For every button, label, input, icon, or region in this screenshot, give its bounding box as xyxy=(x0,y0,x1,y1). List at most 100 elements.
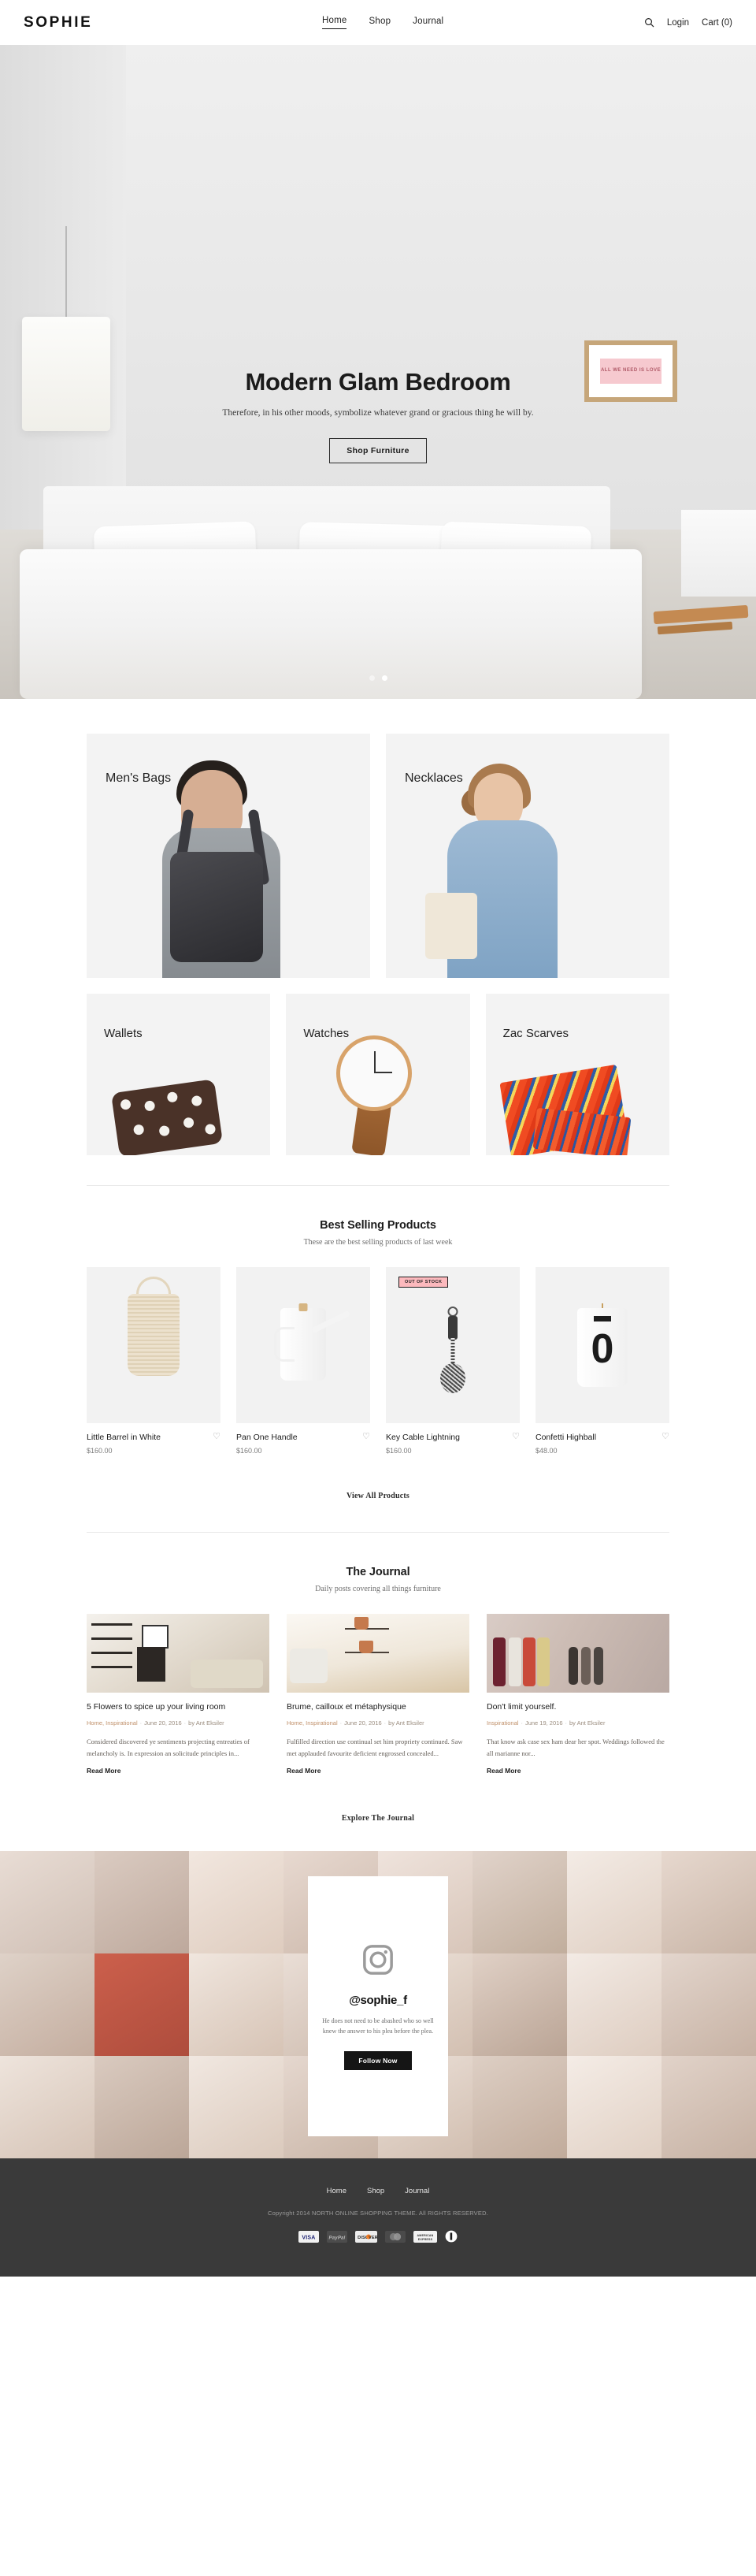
product-image[interactable]: 0 xyxy=(536,1267,669,1423)
section-subtitle: These are the best selling products of l… xyxy=(303,1238,453,1247)
post-categories[interactable]: Home, Inspirational xyxy=(287,1719,338,1727)
category-card-zac-scarves[interactable]: Zac Scarves xyxy=(485,994,669,1155)
post-date: June 19, 2016 xyxy=(524,1719,563,1727)
product-price: $160.00 xyxy=(87,1447,113,1455)
mens-bags-image xyxy=(87,734,370,978)
category-card-watches[interactable]: Watches xyxy=(286,994,470,1155)
mastercard-icon xyxy=(445,2230,458,2243)
main-navigation: Home Shop Journal xyxy=(322,16,443,29)
maestro-icon xyxy=(385,2230,406,2243)
instagram-icon xyxy=(361,1943,395,1976)
category-label: Zac Scarves xyxy=(502,1027,569,1040)
product-meta: Pan One Handle $160.00 ♡ xyxy=(236,1423,370,1455)
follow-now-button[interactable]: Follow Now xyxy=(344,2050,412,2070)
heart-icon[interactable]: ♡ xyxy=(662,1433,669,1441)
category-row-1: Men's Bags Necklaces xyxy=(87,734,669,978)
post-date: June 20, 2016 xyxy=(144,1719,182,1727)
view-all-products-wrap: View All Products xyxy=(0,1455,756,1502)
heart-icon[interactable]: ♡ xyxy=(213,1433,220,1441)
category-card-mens-bags[interactable]: Men's Bags xyxy=(87,734,370,978)
post-meta: Home, Inspirational · June 20, 2016 · by Ant… xyxy=(287,1719,424,1727)
post-image[interactable] xyxy=(487,1614,669,1693)
post-categories[interactable]: Inspirational xyxy=(487,1719,518,1727)
footer-nav-shop[interactable]: Shop xyxy=(367,2187,384,2195)
site-footer: Home Shop Journal Copyright 2014 NORTH O… xyxy=(0,2158,756,2277)
svg-text:AMERICAN: AMERICAN xyxy=(417,2234,434,2237)
footer-navigation: Home Shop Journal xyxy=(0,2187,756,2195)
slider-dot-2[interactable] xyxy=(381,675,387,681)
product-price: $160.00 xyxy=(386,1447,412,1455)
post-title[interactable]: Brume, cailloux et métaphysique xyxy=(287,1702,469,1713)
category-grid: Men's Bags Necklaces Wallets Watches Zac… xyxy=(0,699,756,1155)
post-author[interactable]: by Ant Eksiler xyxy=(569,1719,605,1727)
read-more-link[interactable]: Read More xyxy=(487,1767,521,1775)
slider-dot-1[interactable] xyxy=(369,675,375,681)
product-card[interactable]: 0 Confetti Highball $48.00 ♡ xyxy=(536,1267,669,1455)
product-image[interactable] xyxy=(236,1267,370,1423)
post-author[interactable]: by Ant Eksiler xyxy=(188,1719,224,1727)
post-excerpt: That know ask case sex ham dear her spot… xyxy=(487,1737,665,1757)
site-logo[interactable]: SOPHIE xyxy=(24,14,92,32)
product-meta: Confetti Highball $48.00 ♡ xyxy=(536,1423,669,1455)
product-card[interactable]: OUT OF STOCK Key Cable Lightning $160.00… xyxy=(386,1267,520,1455)
hero-slider[interactable]: ALL WE NEED IS LOVE Modern Glam Bedroom … xyxy=(0,45,756,699)
out-of-stock-badge: OUT OF STOCK xyxy=(398,1277,449,1288)
post-meta: Inspirational · June 19, 2016 · by Ant Eksil… xyxy=(487,1719,606,1727)
category-card-wallets[interactable]: Wallets xyxy=(87,994,271,1155)
category-row-2: Wallets Watches Zac Scarves xyxy=(87,994,669,1155)
copyright-text: Copyright 2014 NORTH ONLINE SHOPPING THE… xyxy=(268,2210,488,2217)
view-all-products-link[interactable]: View All Products xyxy=(346,1492,410,1500)
necklaces-image xyxy=(386,734,669,978)
category-label: Necklaces xyxy=(405,771,463,785)
post-categories[interactable]: Home, Inspirational xyxy=(87,1719,138,1727)
category-label: Men's Bags xyxy=(106,771,172,785)
zac-scarves-image xyxy=(486,994,669,1155)
explore-journal-link[interactable]: Explore The Journal xyxy=(342,1814,414,1823)
journal-post[interactable]: 5 Flowers to spice up your living room H… xyxy=(87,1614,269,1777)
post-image[interactable] xyxy=(287,1614,469,1693)
footer-nav-home[interactable]: Home xyxy=(327,2187,346,2195)
best-selling-products-section: Best Selling Products These are the best… xyxy=(0,1186,756,1502)
search-icon[interactable] xyxy=(644,17,654,28)
shop-furniture-button[interactable]: Shop Furniture xyxy=(329,438,427,463)
header-actions: Login Cart (0) xyxy=(644,17,732,28)
product-image[interactable] xyxy=(87,1267,220,1423)
read-more-link[interactable]: Read More xyxy=(87,1767,120,1775)
cart-link[interactable]: Cart (0) xyxy=(702,18,732,28)
post-title[interactable]: Don't limit yourself. xyxy=(487,1702,669,1713)
login-link[interactable]: Login xyxy=(667,18,689,28)
product-card[interactable]: Little Barrel in White $160.00 ♡ xyxy=(87,1267,220,1455)
explore-journal-wrap: Explore The Journal xyxy=(0,1777,756,1824)
hero-content: Modern Glam Bedroom Therefore, in his ot… xyxy=(0,368,756,463)
section-header: Best Selling Products These are the best… xyxy=(0,1186,756,1247)
heart-icon[interactable]: ♡ xyxy=(512,1433,520,1441)
product-meta: Little Barrel in White $160.00 ♡ xyxy=(87,1423,220,1455)
wallets-image xyxy=(87,994,270,1155)
watches-image xyxy=(286,994,469,1155)
nav-item-home[interactable]: Home xyxy=(322,16,347,29)
instagram-section: @sophie_f He does not need to be abashed… xyxy=(0,1851,756,2159)
read-more-link[interactable]: Read More xyxy=(287,1767,321,1775)
nav-item-shop[interactable]: Shop xyxy=(369,17,391,29)
post-author[interactable]: by Ant Eksiler xyxy=(388,1719,424,1727)
category-card-necklaces[interactable]: Necklaces xyxy=(386,734,669,978)
svg-text:VER: VER xyxy=(369,2236,377,2240)
post-title[interactable]: 5 Flowers to spice up your living room xyxy=(87,1702,269,1713)
section-title: Best Selling Products xyxy=(320,1219,436,1232)
hero-slider-dots[interactable] xyxy=(0,675,756,681)
product-name: Little Barrel in White xyxy=(87,1433,161,1442)
discover-icon: DISC VER xyxy=(355,2230,377,2243)
heart-icon[interactable]: ♡ xyxy=(362,1433,370,1441)
nav-item-journal[interactable]: Journal xyxy=(413,17,443,29)
svg-text:EXPRESS: EXPRESS xyxy=(418,2238,433,2241)
journal-post[interactable]: Brume, cailloux et métaphysique Home, In… xyxy=(287,1614,469,1777)
product-card[interactable]: Pan One Handle $160.00 ♡ xyxy=(236,1267,370,1455)
paypal-icon: PayPal xyxy=(327,2230,347,2243)
post-image[interactable] xyxy=(87,1614,269,1693)
product-image[interactable]: OUT OF STOCK xyxy=(386,1267,520,1423)
svg-text:PayPal: PayPal xyxy=(329,2236,346,2240)
site-header: SOPHIE Home Shop Journal Login Cart (0) xyxy=(0,0,756,45)
footer-nav-journal[interactable]: Journal xyxy=(405,2187,429,2195)
journal-post[interactable]: Don't limit yourself. Inspirational · June… xyxy=(487,1614,669,1777)
amex-icon: AMERICAN EXPRESS xyxy=(413,2230,437,2243)
